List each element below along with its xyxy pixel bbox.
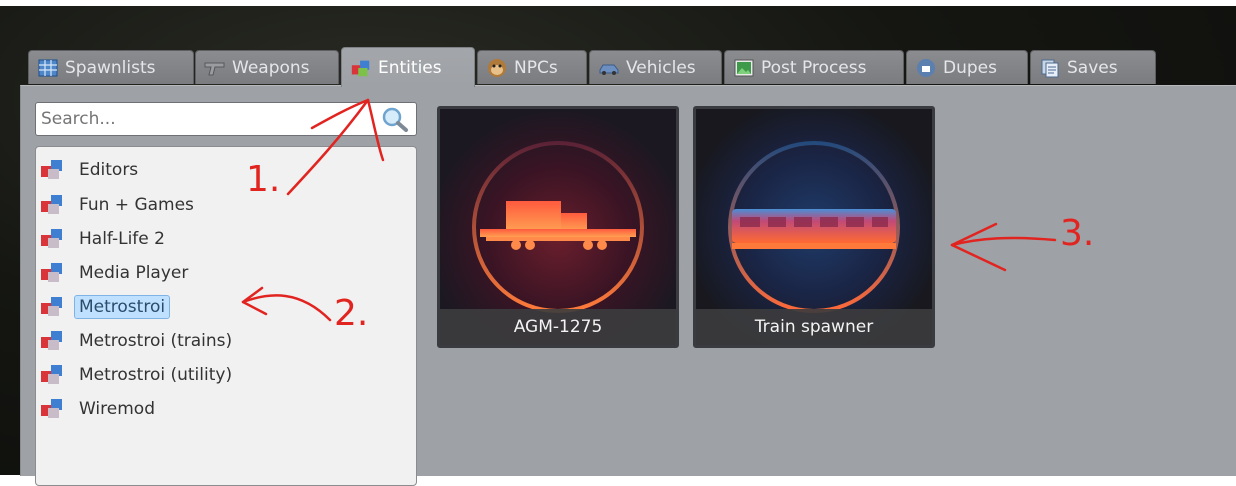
search-input[interactable] [38, 103, 374, 135]
tree-item-label: Wiremod [79, 399, 155, 419]
grid-icon [37, 58, 59, 78]
tab-label: Entities [378, 57, 442, 78]
tree-item-wiremod[interactable]: Wiremod [38, 394, 160, 424]
car-icon [598, 58, 620, 78]
tab-label: Weapons [232, 57, 310, 78]
gun-icon [204, 58, 226, 78]
cubes-icon [41, 399, 62, 418]
tab-weapons[interactable]: Weapons [195, 50, 339, 84]
annotation-number-3: 3. [1060, 213, 1095, 254]
annotation-number-2: 2. [334, 293, 369, 334]
cubes-icon [41, 365, 62, 384]
cubes-icon [41, 297, 62, 316]
tab-saves[interactable]: Saves [1030, 50, 1156, 84]
search-box [35, 102, 417, 136]
tree-item-metrostroi-trains[interactable]: Metrostroi (trains) [38, 326, 237, 356]
tab-dupes[interactable]: Dupes [906, 50, 1028, 84]
tab-label: NPCs [514, 57, 558, 78]
entity-tile-label: Train spawner [696, 309, 932, 345]
saves-icon [1039, 58, 1061, 78]
tab-spawnlists[interactable]: Spawnlists [28, 50, 194, 84]
tab-post-process[interactable]: Post Process [724, 50, 904, 84]
tab-label: Saves [1067, 57, 1118, 78]
tab-npcs[interactable]: NPCs [477, 50, 587, 84]
image-icon [733, 58, 755, 78]
annotation-number-1: 1. [246, 159, 281, 200]
search-icon[interactable] [380, 105, 410, 133]
tree-item-label: Half-Life 2 [79, 229, 165, 249]
cubes-icon [41, 229, 62, 248]
tab-entities[interactable]: Entities [341, 47, 475, 87]
tree-item-label: Media Player [79, 263, 189, 283]
tree-item-label: Metrostroi (utility) [79, 365, 233, 385]
entity-tile-label: AGM-1275 [440, 309, 676, 345]
tab-label: Vehicles [626, 57, 696, 78]
entity-tile-train-spawner[interactable]: Train spawner [693, 106, 935, 348]
tree-item-label: Editors [79, 160, 139, 180]
cubes-icon [41, 331, 62, 350]
tab-label: Dupes [943, 57, 997, 78]
tree-item-label: Metrostroi (trains) [79, 331, 233, 351]
tab-label: Spawnlists [65, 57, 156, 78]
entity-tile-agm-1275[interactable]: AGM-1275 [437, 106, 679, 348]
tree-item-metrostroi-utility[interactable]: Metrostroi (utility) [38, 360, 237, 390]
cubes-icon [41, 195, 62, 214]
tree-item-label: Fun + Games [79, 195, 194, 215]
monkey-face-icon [486, 58, 508, 78]
cubes-icon [350, 58, 372, 78]
tree-item-half-life-2[interactable]: Half-Life 2 [38, 224, 170, 254]
cubes-icon [41, 263, 62, 282]
dupe-icon [915, 58, 937, 78]
tab-label: Post Process [761, 57, 867, 78]
spawnmenu-tabbar: Spawnlists Weapons Entities NPCs Vehicle… [28, 47, 1158, 87]
tree-item-media-player[interactable]: Media Player [38, 258, 193, 288]
tree-item-label: Metrostroi [74, 295, 171, 319]
tab-vehicles[interactable]: Vehicles [589, 50, 722, 84]
tree-item-metrostroi[interactable]: Metrostroi [38, 292, 171, 322]
cubes-icon [41, 160, 62, 179]
tree-item-fun-games[interactable]: Fun + Games [38, 190, 199, 220]
tree-item-editors[interactable]: Editors [38, 155, 143, 185]
